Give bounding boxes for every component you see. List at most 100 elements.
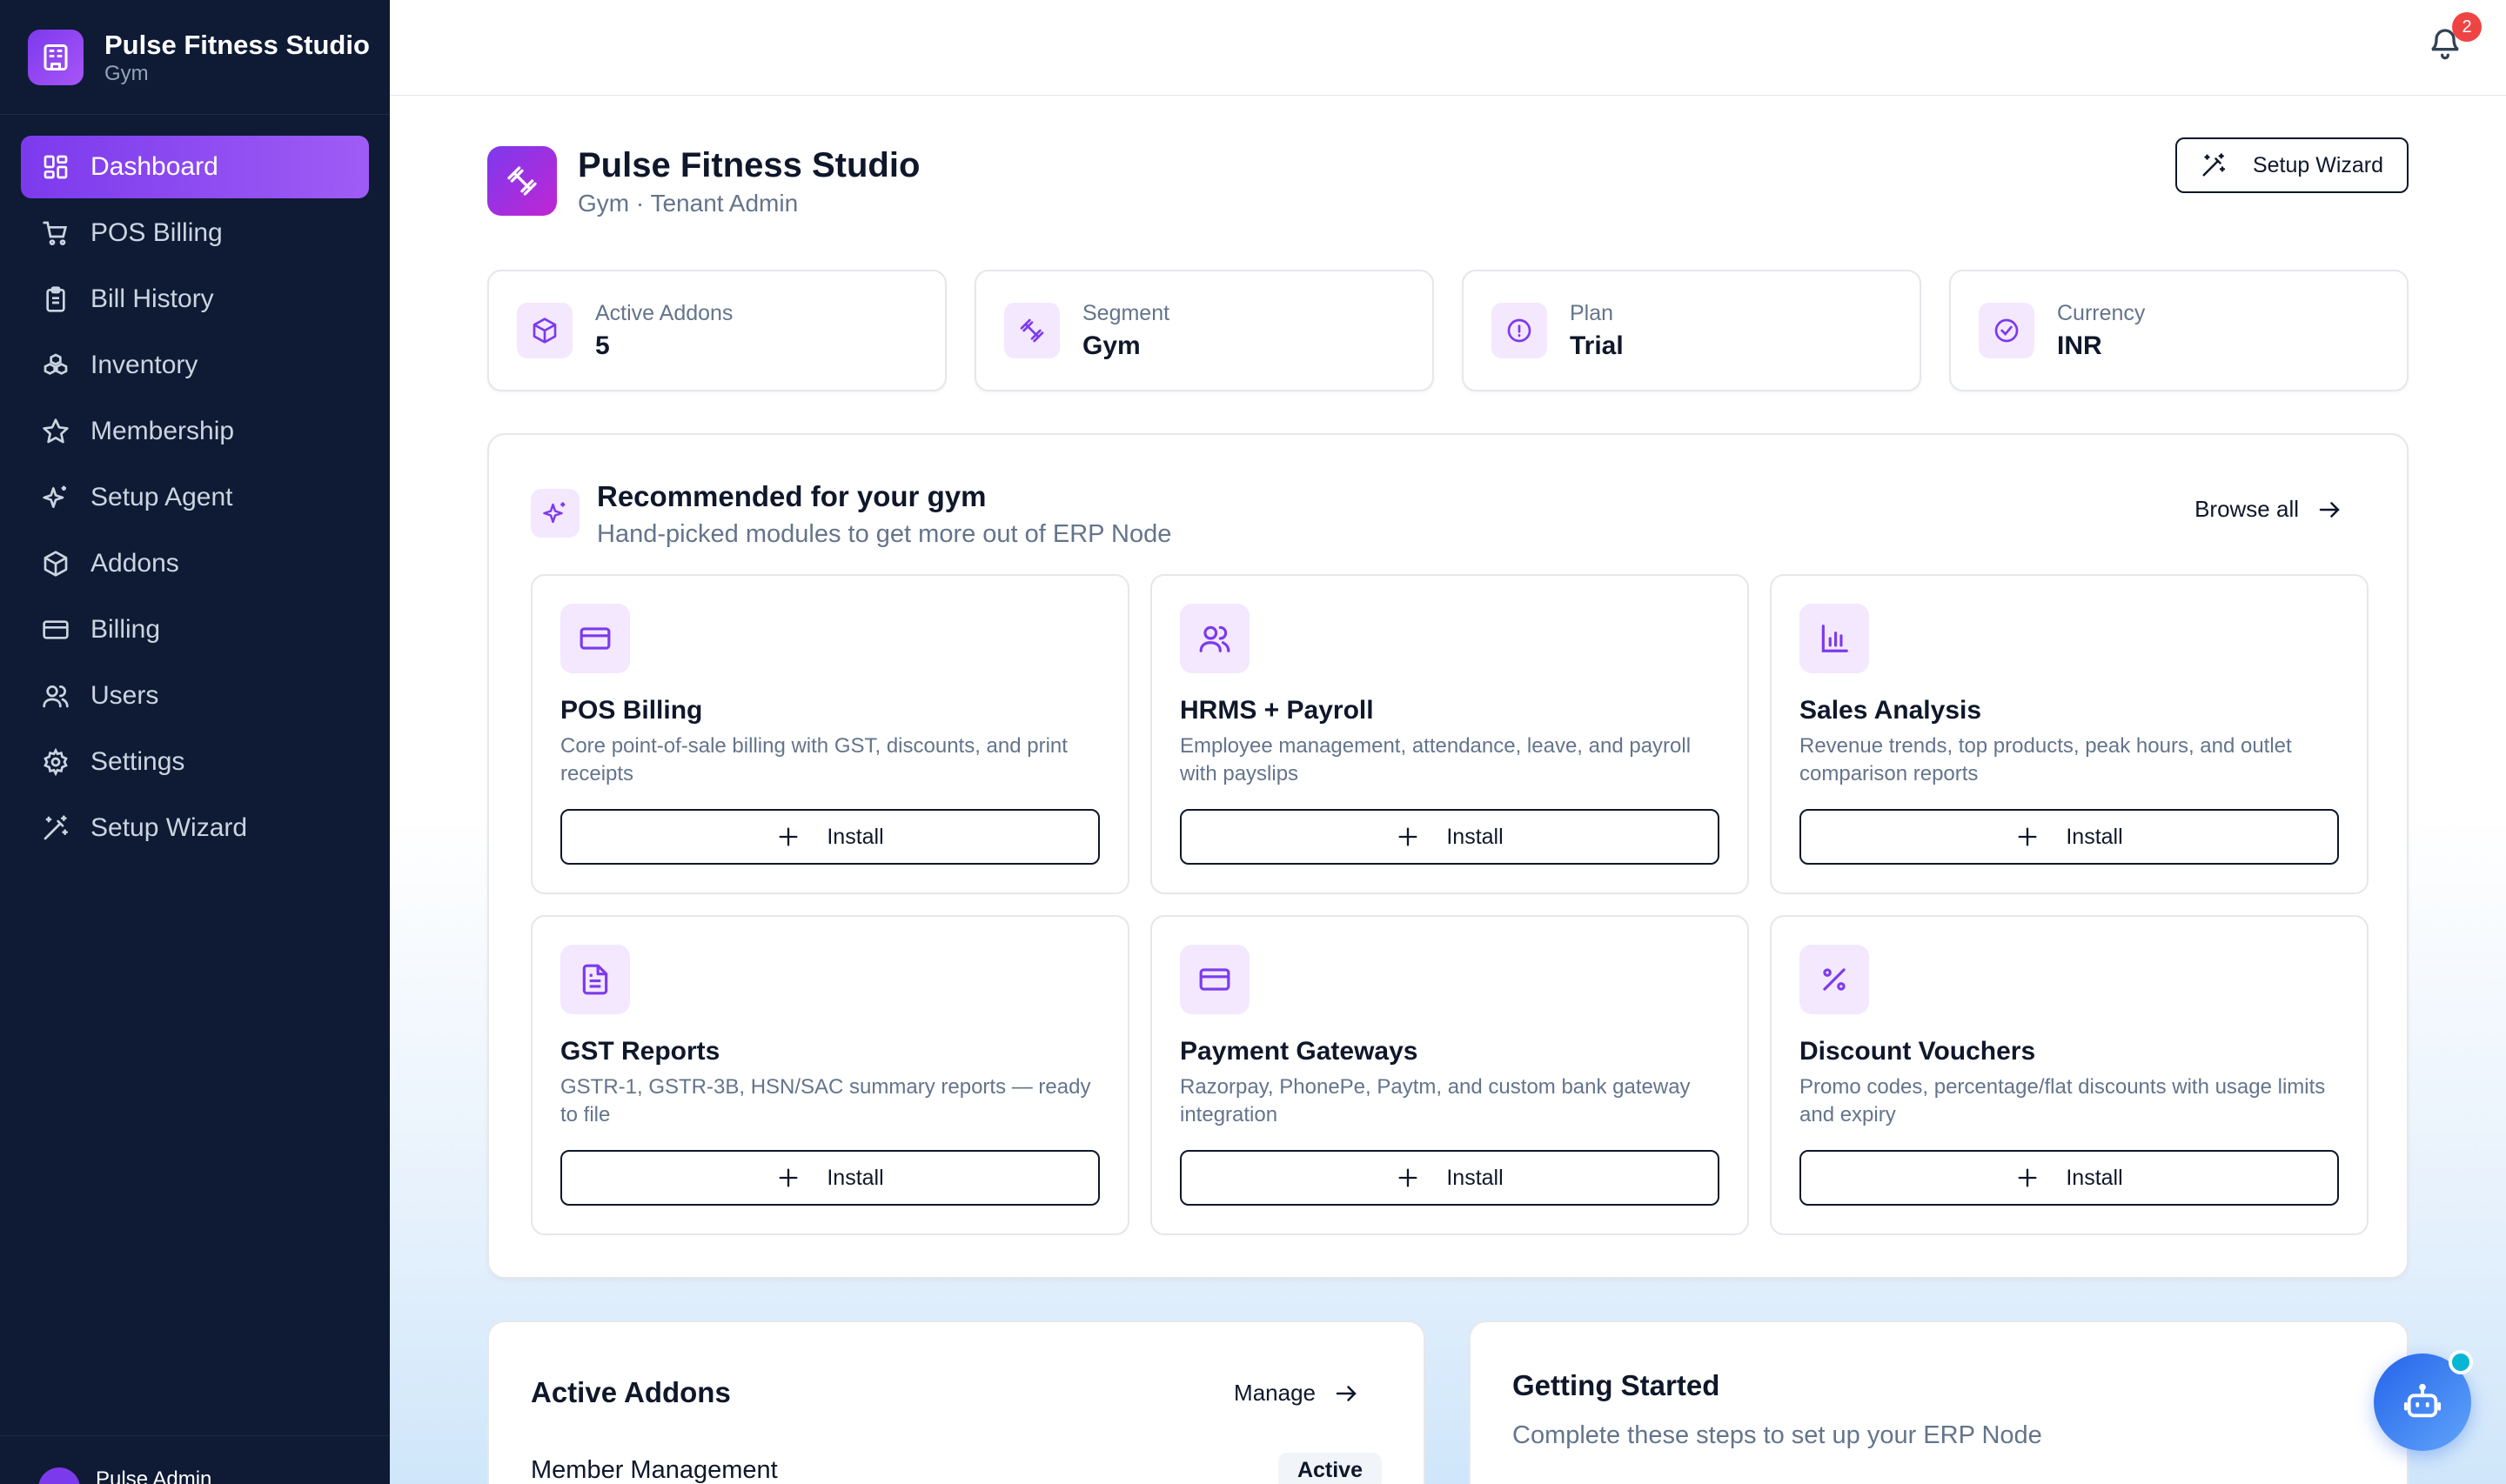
page-subtitle: Gym · Tenant Admin	[578, 190, 799, 217]
stat-label: Segment	[1082, 300, 1170, 325]
install-button[interactable]: Install	[560, 809, 1100, 865]
getting-started-subtitle: Complete these steps to set up your ERP …	[1512, 1421, 2042, 1449]
sidebar-item-label: Setup Agent	[90, 483, 233, 511]
sparkles-icon	[543, 502, 566, 524]
sidebar-item-pos-billing[interactable]: POS Billing	[21, 202, 369, 264]
browse-all-link[interactable]: Browse all	[2194, 496, 2342, 523]
module-card-sales-analysis: Sales Analysis Revenue trends, top produ…	[1770, 574, 2369, 894]
stat-label: Active Addons	[595, 300, 734, 325]
stat-card-active-addons: Active Addons 5	[487, 270, 947, 391]
card-icon	[1199, 968, 1230, 991]
file-text-icon	[582, 964, 608, 995]
sidebar-item-label: Membership	[90, 417, 235, 445]
install-label: Install	[1446, 1165, 1504, 1190]
install-button[interactable]: Install	[1180, 809, 1719, 865]
notification-badge: 2	[2452, 12, 2482, 42]
stat-value: Gym	[1082, 331, 1141, 360]
stats-row: Active Addons 5 Segment Gym Plan Trial C…	[487, 270, 2409, 391]
plus-icon	[2018, 1168, 2037, 1187]
module-description: Razorpay, PhonePe, Paytm, and custom ban…	[1180, 1075, 1691, 1126]
package-icon	[44, 551, 68, 577]
sidebar-item-setup-wizard[interactable]: Setup Wizard	[21, 797, 369, 859]
sidebar-item-membership[interactable]: Membership	[21, 400, 369, 463]
install-label: Install	[1446, 824, 1504, 849]
sidebar-item-label: Settings	[90, 747, 185, 776]
main-content: 2 Pulse Fitness Studio Gym · Tenant Admi…	[390, 0, 2506, 1484]
sidebar-item-users[interactable]: Users	[21, 665, 369, 727]
users-icon	[43, 685, 69, 708]
cart-icon	[43, 221, 68, 245]
dumbbell-icon	[487, 146, 557, 216]
card-icon	[580, 627, 611, 650]
plus-icon	[1398, 827, 1417, 846]
install-label: Install	[827, 824, 884, 849]
status-badge: Active	[1277, 1453, 1382, 1484]
install-button[interactable]: Install	[1799, 1150, 2339, 1206]
plus-icon	[779, 827, 798, 846]
sidebar-item-label: Bill History	[90, 284, 214, 313]
bot-icon	[2403, 1383, 2442, 1418]
plus-icon	[779, 1168, 798, 1187]
module-card-payment-gateways: Payment Gateways Razorpay, PhonePe, Payt…	[1150, 915, 1749, 1235]
stat-card-segment: Segment Gym	[975, 270, 1434, 391]
sidebar-item-label: Setup Wizard	[90, 813, 248, 842]
boxes-icon	[44, 353, 68, 375]
sidebar-item-label: Addons	[90, 549, 179, 578]
card-icon	[43, 620, 69, 639]
alert-circle-icon	[1507, 318, 1531, 343]
sidebar-item-label: Users	[90, 681, 159, 710]
install-button[interactable]: Install	[1180, 1150, 1719, 1206]
install-button[interactable]: Install	[560, 1150, 1100, 1206]
install-button[interactable]: Install	[1799, 809, 2339, 865]
module-description: Employee management, attendance, leave, …	[1180, 734, 1692, 785]
module-grid: POS Billing Core point-of-sale billing w…	[531, 574, 2369, 1235]
sidebar-item-setup-agent[interactable]: Setup Agent	[21, 466, 369, 529]
sidebar-item-label: Inventory	[90, 351, 198, 379]
user-profile[interactable]: Pulse Admin	[0, 1435, 390, 1484]
sidebar-item-bill-history[interactable]: Bill History	[21, 268, 369, 331]
setup-wizard-button[interactable]: Setup Wizard	[2175, 137, 2409, 193]
module-title: Sales Analysis	[1799, 696, 1982, 725]
module-description: Promo codes, percentage/flat discounts w…	[1799, 1075, 2326, 1126]
active-addons-title: Active Addons	[531, 1376, 731, 1408]
stat-card-currency: Currency INR	[1949, 270, 2409, 391]
module-description: Revenue trends, top products, peak hours…	[1799, 734, 2292, 785]
online-indicator	[2449, 1350, 2473, 1374]
building-icon	[28, 29, 84, 85]
plus-icon	[1398, 1168, 1417, 1187]
manage-label: Manage	[1234, 1380, 1316, 1406]
clipboard-icon	[46, 286, 65, 312]
sidebar-item-inventory[interactable]: Inventory	[21, 334, 369, 397]
brand-segment: Gym	[104, 61, 149, 85]
topbar: 2	[390, 0, 2506, 96]
page-title: Pulse Fitness Studio	[578, 146, 921, 184]
addon-name: Member Management	[531, 1456, 778, 1484]
module-description: Core point-of-sale billing with GST, dis…	[560, 734, 1068, 785]
sidebar-nav: Dashboard POS Billing Bill History Inven…	[0, 115, 390, 859]
manage-link[interactable]: Manage	[1234, 1380, 1359, 1407]
wand-icon	[2202, 153, 2226, 177]
recommended-subtitle: Hand-picked modules to get more out of E…	[597, 520, 1172, 548]
wand-icon	[44, 815, 68, 840]
getting-started-card: Getting Started Complete these steps to …	[1469, 1320, 2409, 1484]
stat-value: 5	[595, 331, 610, 360]
module-card-pos-billing: POS Billing Core point-of-sale billing w…	[531, 574, 1129, 894]
stat-label: Currency	[2057, 300, 2146, 325]
stat-card-plan: Plan Trial	[1462, 270, 1921, 391]
browse-all-label: Browse all	[2194, 496, 2299, 522]
active-addons-card: Active Addons Manage Member Management A…	[487, 1320, 1425, 1484]
module-title: POS Billing	[560, 696, 703, 725]
module-description: GSTR-1, GSTR-3B, HSN/SAC summary reports…	[560, 1075, 1091, 1126]
setup-wizard-label: Setup Wizard	[2252, 152, 2384, 177]
gear-icon	[44, 748, 68, 776]
sidebar-item-dashboard[interactable]: Dashboard	[21, 136, 369, 198]
sidebar-item-addons[interactable]: Addons	[21, 532, 369, 595]
bar-chart-icon	[1821, 625, 1848, 652]
brand[interactable]: Pulse Fitness Studio Gym	[0, 0, 390, 115]
user-name: Pulse Admin	[96, 1467, 212, 1484]
module-card-gst-reports: GST Reports GSTR-1, GSTR-3B, HSN/SAC sum…	[531, 915, 1129, 1235]
stat-value: INR	[2057, 331, 2102, 360]
module-title: GST Reports	[560, 1037, 720, 1066]
sidebar-item-billing[interactable]: Billing	[21, 598, 369, 661]
sidebar-item-settings[interactable]: Settings	[21, 731, 369, 793]
